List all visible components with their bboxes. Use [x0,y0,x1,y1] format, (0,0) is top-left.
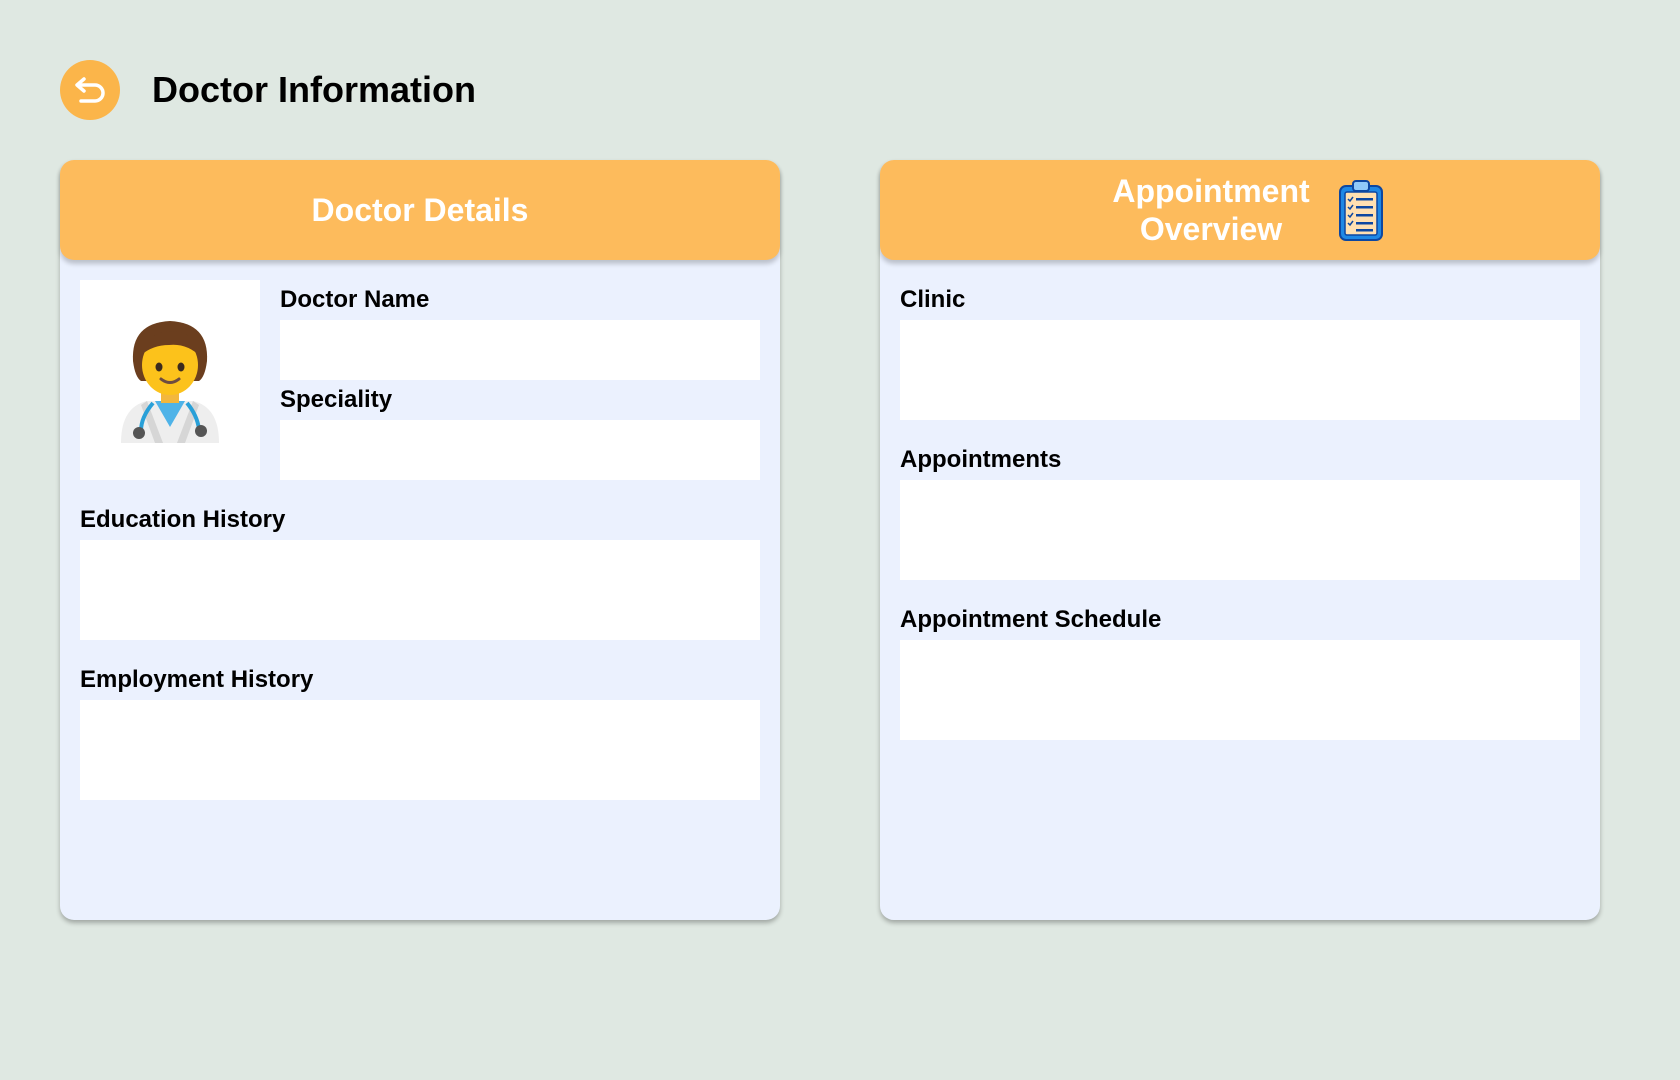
appointments-input[interactable] [900,480,1580,580]
back-arrow-icon [75,77,105,103]
clinic-input[interactable] [900,320,1580,420]
page-header: Doctor Information [60,60,476,120]
doctor-details-title: Doctor Details [311,192,529,228]
employment-history-label: Employment History [80,666,314,693]
page-title: Doctor Information [152,69,476,110]
doctor-name-input[interactable] [280,320,760,380]
doctor-avatar-icon [121,321,219,443]
clipboard-icon [1339,180,1383,241]
doctor-name-label: Doctor Name [280,286,430,313]
appointments-label: Appointments [900,446,1062,473]
speciality-label: Speciality [280,386,393,413]
appointment-overview-header: Appointment Overview [880,160,1600,260]
appointment-overview-card: Appointment Overview Clinic Appointments… [880,160,1600,920]
doctor-photo[interactable] [80,280,260,480]
appointment-schedule-input[interactable] [900,640,1580,740]
appointment-schedule-label: Appointment Schedule [900,606,1162,633]
clinic-label: Clinic [900,286,966,313]
education-history-input[interactable] [80,540,760,640]
appointment-overview-title: Appointment Overview [1112,173,1310,247]
doctor-details-header: Doctor Details [60,160,780,260]
employment-history-input[interactable] [80,700,760,800]
education-history-label: Education History [80,506,286,533]
back-button[interactable] [60,60,120,120]
speciality-input[interactable] [280,420,760,480]
doctor-details-card: Doctor Details Doctor Name Speciality Ed… [60,160,780,920]
